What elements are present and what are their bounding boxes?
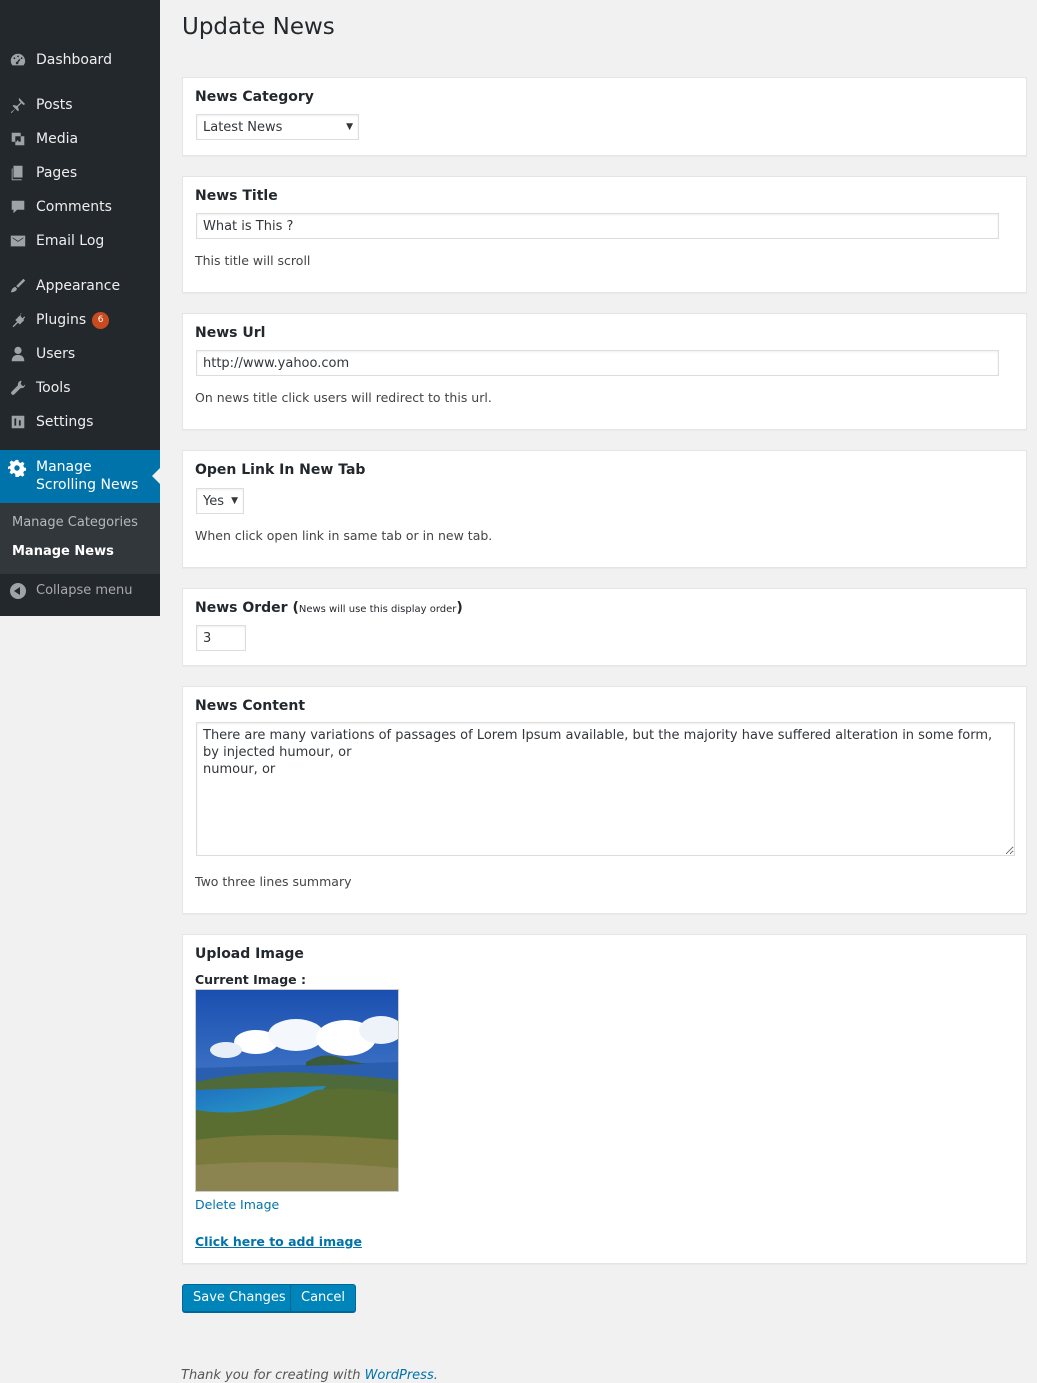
menu-label: Users <box>36 346 76 362</box>
menu-item-email-log[interactable]: Email Log <box>0 224 160 258</box>
title-input[interactable] <box>196 213 999 239</box>
order-input[interactable] <box>196 625 246 651</box>
category-selected-value: Latest News <box>203 119 283 135</box>
menu-label: Tools <box>36 380 71 396</box>
image-panel: Upload Image Current Image : Delete Imag… <box>182 934 1027 1264</box>
order-label-text: News Order ( <box>195 600 299 616</box>
submenu: Manage Categories Manage News <box>0 503 160 574</box>
menu-label: Settings <box>36 414 94 430</box>
content-label: News Content <box>195 698 306 714</box>
pages-icon <box>8 163 28 183</box>
menu-item-appearance[interactable]: Appearance <box>0 269 160 303</box>
collapse-arrow-icon <box>10 583 26 599</box>
url-help: On news title click users will redirect … <box>195 390 492 405</box>
new-tab-selected-value: Yes <box>203 493 224 509</box>
new-tab-select[interactable]: Yes ▼ <box>196 488 244 514</box>
url-input[interactable] <box>196 350 999 376</box>
menu-label: Plugins <box>36 312 87 328</box>
brush-icon <box>8 276 28 296</box>
comment-icon <box>8 197 28 217</box>
url-panel: News Url On news title click users will … <box>182 313 1027 430</box>
menu-label: Appearance <box>36 278 121 294</box>
menu-item-media[interactable]: Media <box>0 122 160 156</box>
menu-item-users[interactable]: Users <box>0 337 160 371</box>
content-panel: News Content There are many variations o… <box>182 686 1027 914</box>
category-label: News Category <box>195 89 314 105</box>
dropdown-caret-icon: ▼ <box>231 496 238 506</box>
footer-end: . <box>433 1368 438 1383</box>
menu-item-settings[interactable]: Settings <box>0 405 160 439</box>
collapse-menu-button[interactable]: Collapse menu <box>0 576 160 606</box>
menu-label: Manage Scrolling News <box>36 459 139 493</box>
settings-icon <box>8 412 28 432</box>
wordpress-link[interactable]: WordPress <box>365 1368 434 1383</box>
content-textarea[interactable]: There are many variations of passages of… <box>196 722 1015 856</box>
media-icon <box>8 129 28 149</box>
order-label-close: ) <box>456 600 463 616</box>
dashboard-icon <box>8 50 28 70</box>
menu-item-posts[interactable]: Posts <box>0 88 160 122</box>
new-tab-panel: Open Link In New Tab Yes ▼ When click op… <box>182 450 1027 568</box>
menu-label: Media <box>36 131 79 147</box>
menu-label: Pages <box>36 165 78 181</box>
image-label: Upload Image <box>195 946 304 962</box>
footer-text: Thank you for creating with <box>181 1368 365 1383</box>
new-tab-label: Open Link In New Tab <box>195 462 366 478</box>
current-image-label: Current Image : <box>195 972 306 987</box>
current-image-thumbnail <box>195 989 399 1192</box>
wrench-icon <box>8 378 28 398</box>
save-changes-button[interactable]: Save Changes <box>182 1284 297 1312</box>
submenu-item-manage-categories[interactable]: Manage Categories <box>12 515 138 530</box>
plug-icon <box>8 310 28 330</box>
pin-icon <box>8 95 28 115</box>
url-label: News Url <box>195 325 266 341</box>
admin-sidebar: Dashboard Posts Media Pages Comments Ema… <box>0 0 160 616</box>
plugins-update-badge: 6 <box>92 311 110 329</box>
menu-item-comments[interactable]: Comments <box>0 190 160 224</box>
category-panel: News Category Latest News ▼ <box>182 77 1027 156</box>
collapse-label: Collapse menu <box>36 583 133 598</box>
menu-label: Email Log <box>36 233 105 249</box>
order-label: News Order (News will use this display o… <box>195 600 463 616</box>
title-help: This title will scroll <box>195 253 311 268</box>
submenu-item-manage-news[interactable]: Manage News <box>12 544 114 559</box>
menu-item-tools[interactable]: Tools <box>0 371 160 405</box>
user-icon <box>8 344 28 364</box>
category-select[interactable]: Latest News ▼ <box>196 114 359 140</box>
menu-label: Comments <box>36 199 112 215</box>
email-icon <box>8 231 28 251</box>
delete-image-link[interactable]: Delete Image <box>195 1197 279 1212</box>
title-label: News Title <box>195 188 278 204</box>
content-help: Two three lines summary <box>195 874 352 889</box>
current-menu-arrow <box>152 468 160 484</box>
order-panel: News Order (News will use this display o… <box>182 588 1027 666</box>
order-hint: News will use this display order <box>298 604 457 615</box>
menu-item-pages[interactable]: Pages <box>0 156 160 190</box>
menu-label: Posts <box>36 97 73 113</box>
page-title: Update News <box>182 14 335 40</box>
cancel-button[interactable]: Cancel <box>290 1284 357 1312</box>
menu-item-dashboard[interactable]: Dashboard <box>0 43 160 77</box>
dropdown-caret-icon: ▼ <box>346 122 353 132</box>
new-tab-help: When click open link in same tab or in n… <box>195 528 493 543</box>
title-panel: News Title This title will scroll <box>182 176 1027 293</box>
add-image-link[interactable]: Click here to add image <box>195 1234 362 1249</box>
gear-icon <box>7 459 28 479</box>
menu-label: Dashboard <box>36 52 112 68</box>
menu-item-plugins[interactable]: Plugins 6 <box>0 303 160 337</box>
menu-item-manage-scrolling-news[interactable]: Manage Scrolling News <box>0 450 160 503</box>
footer-credit: Thank you for creating with WordPress. <box>181 1368 438 1383</box>
